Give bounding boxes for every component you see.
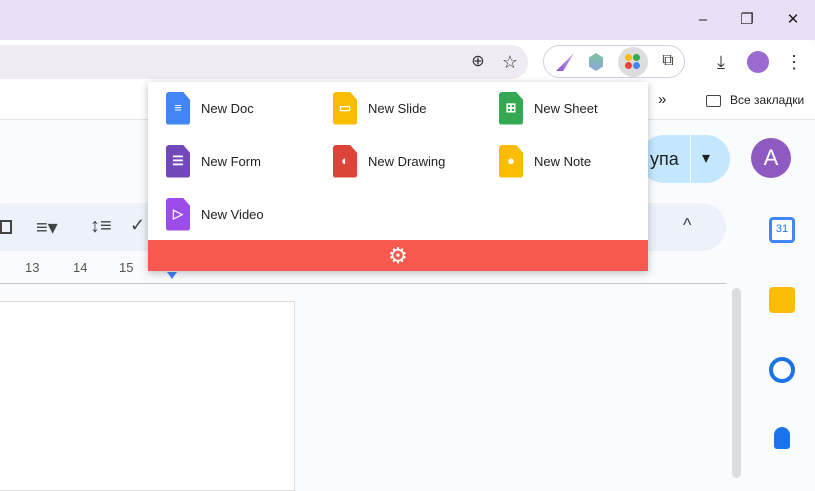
divider xyxy=(690,135,691,183)
close-button[interactable]: ✕ xyxy=(778,8,808,32)
address-bar[interactable]: ⊕ ☆ xyxy=(0,45,528,79)
drawing-icon: ◐ xyxy=(333,144,357,178)
item-label: New Form xyxy=(201,153,261,169)
apps-extension-button[interactable] xyxy=(618,47,648,77)
restore-button[interactable]: ❐ xyxy=(732,8,762,32)
share-dropdown-icon[interactable]: ▾ xyxy=(702,135,710,183)
document-page[interactable] xyxy=(0,301,295,491)
all-bookmarks-link[interactable]: Все закладки xyxy=(730,93,804,107)
item-label: New Note xyxy=(534,153,592,169)
note-icon: ● xyxy=(499,144,523,178)
browser-toolbar: ⊕ ☆ ⧉ ⤓ ⋮ xyxy=(0,40,815,83)
bookmarks-overflow-button[interactable]: » xyxy=(658,91,666,108)
collapse-toolbar-button[interactable]: ^ xyxy=(683,215,691,236)
extensions-pill: ⧉ xyxy=(543,45,685,78)
slide-icon: ▭ xyxy=(333,91,357,125)
apps-dot-icon xyxy=(625,62,632,69)
item-label: New Drawing xyxy=(368,153,446,169)
quill-extension-icon[interactable] xyxy=(556,53,574,71)
apps-dot-icon xyxy=(625,54,632,61)
item-label: New Slide xyxy=(368,100,427,116)
share-button[interactable]: упа ▾ xyxy=(640,135,730,183)
apps-dot-icon xyxy=(633,54,640,61)
zoom-icon[interactable]: ⊕ xyxy=(465,49,491,75)
contacts-icon[interactable] xyxy=(774,427,790,449)
new-drawing-item[interactable]: ◐ New Drawing xyxy=(333,141,445,181)
new-file-popup: ≡ New Doc ▭ New Slide ⊞ New Sheet ☰ New Form… xyxy=(148,82,648,271)
new-slide-item[interactable]: ▭ New Slide xyxy=(333,88,427,128)
new-doc-item[interactable]: ≡ New Doc xyxy=(166,88,254,128)
browser-menu-icon[interactable]: ⋮ xyxy=(781,49,807,75)
item-label: New Sheet xyxy=(534,100,598,116)
folder-icon xyxy=(706,95,721,107)
checklist-icon[interactable]: ✓ xyxy=(130,215,145,236)
minimize-button[interactable]: – xyxy=(688,8,718,32)
gem-extension-icon[interactable] xyxy=(589,53,603,71)
extensions-puzzle-icon[interactable]: ⧉ xyxy=(655,48,681,74)
ruler-label: 15 xyxy=(119,260,134,275)
apps-dot-icon xyxy=(633,62,640,69)
profile-avatar[interactable] xyxy=(747,51,769,73)
indent-marker[interactable] xyxy=(167,272,177,279)
item-label: New Doc xyxy=(201,100,254,116)
ruler-label: 13 xyxy=(25,260,40,275)
download-icon[interactable]: ⤓ xyxy=(708,49,734,75)
new-video-item[interactable]: ▷ New Video xyxy=(166,194,264,234)
align-icon[interactable]: ≡▾ xyxy=(36,215,58,240)
ruler-label: 14 xyxy=(73,260,88,275)
video-icon: ▷ xyxy=(166,197,190,231)
new-form-item[interactable]: ☰ New Form xyxy=(166,141,261,181)
share-label: упа xyxy=(650,149,679,169)
title-bar: – ❐ ✕ xyxy=(0,0,815,40)
form-icon: ☰ xyxy=(166,144,190,178)
new-sheet-item[interactable]: ⊞ New Sheet xyxy=(499,88,598,128)
sheet-icon: ⊞ xyxy=(499,91,523,125)
item-label: New Video xyxy=(201,206,264,222)
calendar-icon[interactable]: 31 xyxy=(769,217,795,243)
settings-footer[interactable]: ⚙ xyxy=(148,240,648,271)
bookmark-star-icon[interactable]: ☆ xyxy=(497,49,523,75)
line-spacing-icon[interactable]: ↕≡ xyxy=(90,215,112,238)
doc-icon: ≡ xyxy=(166,91,190,125)
tasks-icon[interactable] xyxy=(769,357,795,383)
settings-gear-icon[interactable]: ⚙ xyxy=(388,243,408,268)
new-note-item[interactable]: ● New Note xyxy=(499,141,591,181)
account-avatar[interactable]: A xyxy=(751,138,791,178)
keep-icon[interactable] xyxy=(769,287,795,313)
image-icon[interactable] xyxy=(0,220,12,234)
scrollbar[interactable] xyxy=(732,288,741,478)
